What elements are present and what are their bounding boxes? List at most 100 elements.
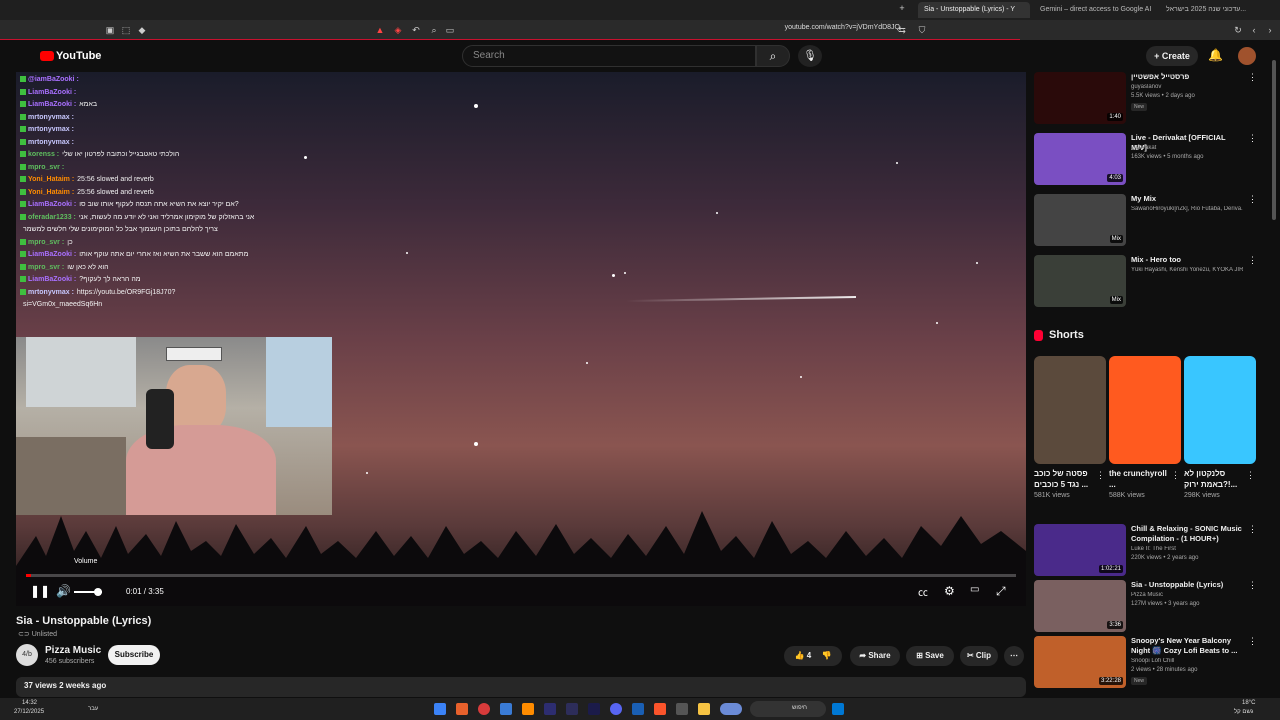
folder-icon[interactable] (698, 703, 710, 715)
more-vert-icon[interactable]: ⋮ (1248, 133, 1257, 144)
subscribe-button[interactable]: Subscribe (108, 645, 160, 665)
weather-widget-icon[interactable] (720, 703, 742, 715)
video-thumbnail[interactable]: 3:36 (1034, 580, 1126, 632)
short-thumbnail[interactable] (1184, 356, 1256, 464)
save-button[interactable]: ⊞ Save (906, 646, 954, 666)
video-title[interactable]: Mix - Hero too (1131, 255, 1243, 265)
app-icon[interactable] (588, 703, 600, 715)
browser-icon[interactable] (478, 703, 490, 715)
clip-button[interactable]: ✂ Clip (960, 646, 998, 666)
short-card[interactable]: the crunchyroll ... 588K views ⋮ (1109, 356, 1181, 499)
discord-icon[interactable] (610, 703, 622, 715)
more-actions-button[interactable]: ⋯ (1004, 646, 1024, 666)
tab-youtube[interactable]: Sia - Unstoppable (Lyrics) - Y (918, 2, 1030, 18)
app-icon[interactable] (456, 703, 468, 715)
short-thumbnail[interactable] (1109, 356, 1181, 464)
translate-icon[interactable]: ⇆ (896, 24, 908, 36)
video-thumbnail[interactable]: Mix (1034, 194, 1126, 246)
page-scrollbar[interactable] (1272, 60, 1276, 220)
voice-search-button[interactable]: 🎙 (798, 45, 822, 67)
channel-avatar[interactable]: 4/b (16, 644, 38, 666)
video-thumbnail[interactable]: 1:02:21 (1034, 524, 1126, 576)
app-icon[interactable] (434, 703, 446, 715)
video-progress-bar[interactable] (26, 574, 1016, 577)
tab-news[interactable]: עדכוני שנה 2025 בישראל... (1160, 2, 1264, 18)
video-thumbnail[interactable]: Mix (1034, 255, 1126, 307)
description-box[interactable]: 37 views 2 weeks ago (16, 677, 1026, 697)
bookmark-icon[interactable]: ⛉ (916, 24, 928, 36)
video-title[interactable]: Chill & Relaxing - SONIC Music Compilati… (1131, 524, 1243, 544)
back-icon[interactable]: ‹ (1248, 24, 1260, 36)
fullscreen-icon[interactable]: ⤢ (996, 584, 1006, 599)
more-vert-icon[interactable]: ⋮ (1248, 636, 1257, 647)
short-thumbnail[interactable] (1034, 356, 1106, 464)
channel-name[interactable]: Pizza Music (1131, 592, 1243, 598)
recommended-video[interactable]: Mix Mix - Hero too Yûki Hayashi, Kenshi Yo… (1034, 255, 1264, 309)
input-language[interactable]: עבר (88, 706, 98, 712)
video-thumbnail[interactable]: 1:40 (1034, 72, 1126, 124)
channel-name[interactable]: Derivakat (1131, 145, 1243, 151)
short-title[interactable]: סלנקטון לא באמת ירוק?!... (1184, 468, 1244, 490)
video-title[interactable]: Sia - Unstoppable (Lyrics) (1131, 580, 1243, 590)
shield-icon[interactable]: ◈ (392, 24, 404, 36)
search-button[interactable]: ⌕ (756, 45, 790, 67)
app-icon[interactable] (500, 703, 512, 715)
share-button[interactable]: ➦ Share (850, 646, 900, 666)
video-thumbnail[interactable]: 4:03 (1034, 133, 1126, 185)
like-button[interactable]: 👍 4 (795, 651, 812, 660)
short-card[interactable]: פסטה של כוכב נגד 5 כוכבים ... 581K views ⋮ (1034, 356, 1106, 499)
volume-knob[interactable] (93, 588, 102, 596)
search-icon[interactable]: ⌕ (428, 24, 440, 36)
short-title[interactable]: פסטה של כוכב נגד 5 כוכבים ... (1034, 468, 1094, 490)
more-vert-icon[interactable]: ⋮ (1248, 580, 1257, 591)
more-vert-icon[interactable]: ⋮ (1096, 470, 1105, 481)
recommended-video[interactable]: 3:22:28 Snoopy's New Year Balcony Night 🎆… (1034, 636, 1264, 690)
pause-button[interactable]: ❚❚ (30, 584, 50, 598)
app-icon[interactable] (676, 703, 688, 715)
after-effects-icon[interactable] (566, 703, 578, 715)
screen-icon[interactable]: ▭ (444, 24, 456, 36)
video-thumbnail[interactable]: 3:22:28 (1034, 636, 1126, 688)
extension-icon[interactable]: ⬚ (120, 24, 132, 36)
extension-icon[interactable]: ▣ (104, 24, 116, 36)
steam-icon[interactable] (632, 703, 644, 715)
channel-name[interactable]: Yûki Hayashi, Kenshi Yonezu, KYOKA JIR..… (1131, 267, 1243, 273)
alert-icon[interactable]: ▲ (374, 24, 386, 36)
video-title[interactable]: Snoopy's New Year Balcony Night 🎆 Cozy L… (1131, 636, 1243, 656)
taskbar-search[interactable]: חיפוש (750, 701, 826, 717)
recommended-video[interactable]: 1:02:21 Chill & Relaxing - SONIC Music Co… (1034, 524, 1264, 578)
new-tab-icon[interactable]: + (896, 2, 908, 14)
recommended-video[interactable]: 1:40 פרסטייל אפשטיין guyaslanov 5.5K views … (1034, 72, 1264, 126)
reload-icon[interactable]: ↻ (1232, 24, 1244, 36)
more-vert-icon[interactable]: ⋮ (1248, 72, 1257, 83)
short-card[interactable]: סלנקטון לא באמת ירוק?!... 298K views ⋮ (1184, 356, 1256, 499)
more-vert-icon[interactable]: ⋮ (1248, 255, 1257, 266)
app-icon[interactable] (522, 703, 534, 715)
url-field[interactable]: youtube.com/watch?v=jVDmYdD8JQ (740, 24, 900, 31)
forward-icon[interactable]: › (1264, 24, 1276, 36)
short-title[interactable]: the crunchyroll ... (1109, 468, 1169, 490)
start-windows-icon[interactable] (832, 703, 844, 715)
undo-icon[interactable]: ↶ (410, 24, 422, 36)
captions-icon[interactable]: ㏄ (918, 584, 928, 599)
channel-name[interactable]: Luke II: The First (1131, 546, 1243, 552)
dislike-button[interactable]: 👎 (821, 651, 831, 660)
settings-gear-icon[interactable]: ⚙ (944, 584, 955, 598)
more-vert-icon[interactable]: ⋮ (1246, 470, 1255, 481)
more-vert-icon[interactable]: ⋮ (1248, 524, 1257, 535)
volume-icon[interactable]: 🔊 (56, 584, 71, 598)
search-input[interactable]: Search (462, 45, 756, 67)
recommended-video[interactable]: Mix My Mix SawanoHiroyuki[nZk], Rio Futaba… (1034, 194, 1264, 248)
video-title[interactable]: פרסטייל אפשטיין (1131, 72, 1243, 82)
more-vert-icon[interactable]: ⋮ (1248, 194, 1257, 205)
channel-name[interactable]: Pizza Music (45, 645, 101, 656)
extension-icon[interactable]: ◆ (136, 24, 148, 36)
miniplayer-icon[interactable]: ▭ (970, 584, 979, 595)
more-vert-icon[interactable]: ⋮ (1171, 470, 1180, 481)
recommended-video[interactable]: 4:03 Live - Derivakat [OFFICIAL M/V] Deriv… (1034, 133, 1264, 187)
account-avatar[interactable] (1238, 47, 1256, 65)
recommended-video[interactable]: 3:36 Sia - Unstoppable (Lyrics) Pizza Musi… (1034, 580, 1264, 634)
tab-gemini[interactable]: Gemini – direct access to Google AI (1034, 2, 1154, 18)
video-title[interactable]: My Mix (1131, 194, 1243, 204)
channel-name[interactable]: guyaslanov (1131, 84, 1243, 90)
